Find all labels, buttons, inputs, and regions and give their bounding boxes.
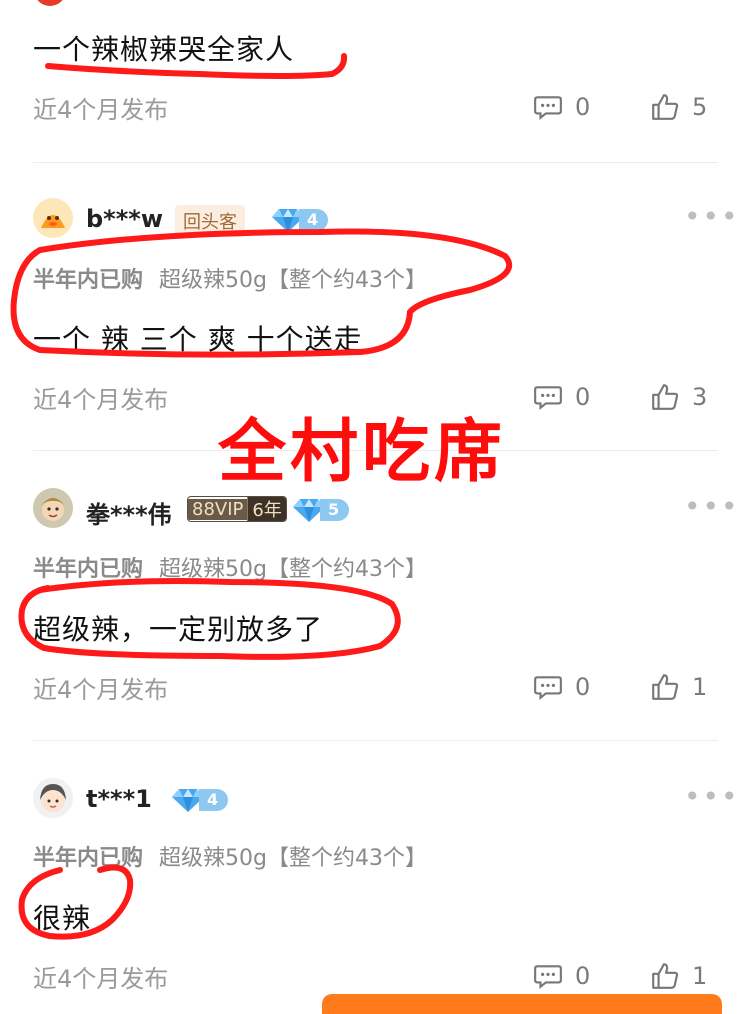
more-options-icon[interactable]: ••• <box>684 490 740 523</box>
repeat-customer-badge: 回头客 <box>175 205 245 237</box>
review-time: 近4个月发布 <box>33 386 169 414</box>
review-text: 超级辣，一定别放多了 <box>33 613 324 646</box>
thumbs-up-icon <box>650 382 680 412</box>
purchased-badge: 半年内已购 <box>33 846 144 871</box>
member-level-badge: 5 <box>292 497 350 523</box>
like-button[interactable]: 1 <box>650 672 707 702</box>
thumbs-up-icon <box>650 672 680 702</box>
like-count: 1 <box>692 673 708 701</box>
member-level-badge: 4 <box>171 787 229 813</box>
member-level: 4 <box>199 789 229 811</box>
review-text: 很辣 <box>33 902 92 935</box>
thumbs-up-icon <box>650 92 680 122</box>
sku-info: 超级辣50g【整个约43个】 <box>159 846 427 871</box>
username[interactable]: 拳***伟 <box>86 495 172 530</box>
review-text: 一个 辣 三个 爽 十个送走 <box>33 323 363 356</box>
thumbs-up-icon <box>650 961 680 991</box>
member-level: 5 <box>320 499 350 521</box>
88vip-badge: 88VIP 6年 <box>187 496 287 522</box>
divider <box>33 740 718 741</box>
review-time: 近4个月发布 <box>33 96 169 124</box>
comment-count: 0 <box>575 383 591 411</box>
comment-button[interactable]: 0 <box>533 961 590 991</box>
purchase-info: 半年内已购 超级辣50g【整个约43个】 <box>33 551 427 583</box>
avatar[interactable] <box>33 488 73 528</box>
vip-label: 88VIP <box>188 498 248 520</box>
review-time: 近4个月发布 <box>33 676 169 704</box>
review-text: 一个辣椒辣哭全家人 <box>33 33 295 66</box>
username[interactable]: t***1 <box>86 785 152 813</box>
review-time: 近4个月发布 <box>33 965 169 993</box>
like-count: 3 <box>692 383 708 411</box>
avatar[interactable] <box>33 198 73 238</box>
comment-icon <box>533 961 563 991</box>
purchased-badge: 半年内已购 <box>33 268 144 293</box>
comment-button[interactable]: 0 <box>533 672 590 702</box>
more-options-icon[interactable]: ••• <box>684 200 740 233</box>
like-button[interactable]: 3 <box>650 382 707 412</box>
sku-info: 超级辣50g【整个约43个】 <box>159 268 427 293</box>
purchase-info: 半年内已购 超级辣50g【整个约43个】 <box>33 262 427 294</box>
comment-icon <box>533 672 563 702</box>
member-level-badge: 4 <box>271 207 329 233</box>
sku-info: 超级辣50g【整个约43个】 <box>159 557 427 582</box>
comment-icon <box>533 92 563 122</box>
like-button[interactable]: 1 <box>650 961 707 991</box>
purchased-badge: 半年内已购 <box>33 557 144 582</box>
comment-button[interactable]: 0 <box>533 382 590 412</box>
avatar[interactable] <box>33 778 73 818</box>
like-count: 5 <box>692 93 708 121</box>
overlay-caption: 全村吃席 <box>218 413 507 492</box>
like-count: 1 <box>692 962 708 990</box>
comment-button[interactable]: 0 <box>533 92 590 122</box>
cropped-avatar <box>34 0 66 6</box>
more-options-icon[interactable]: ••• <box>684 780 740 813</box>
purchase-info: 半年内已购 超级辣50g【整个约43个】 <box>33 840 427 872</box>
comment-icon <box>533 382 563 412</box>
username[interactable]: b***w <box>86 205 163 233</box>
divider <box>33 162 718 163</box>
comment-count: 0 <box>575 962 591 990</box>
comment-count: 0 <box>575 93 591 121</box>
vip-years: 6年 <box>247 497 286 521</box>
bottom-action-bar[interactable] <box>322 994 722 1014</box>
comment-count: 0 <box>575 673 591 701</box>
member-level: 4 <box>299 209 329 231</box>
like-button[interactable]: 5 <box>650 92 707 122</box>
